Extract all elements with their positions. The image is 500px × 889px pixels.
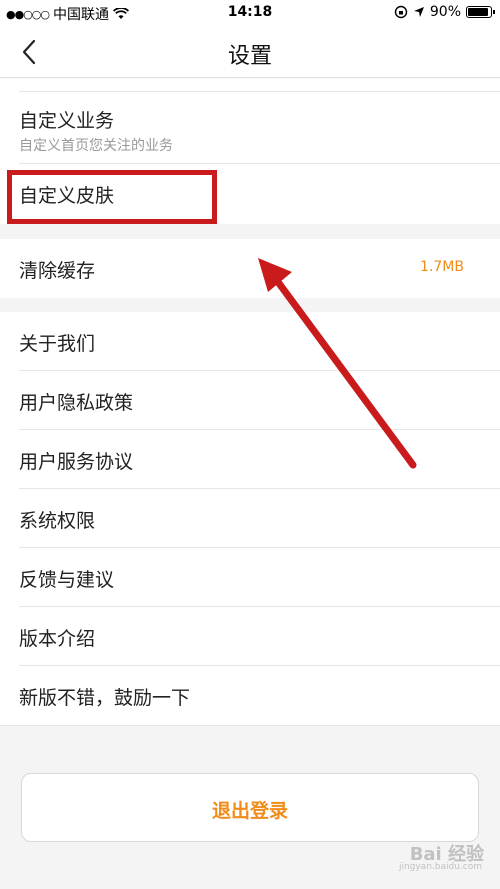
row-label: 新版不错，鼓励一下 bbox=[19, 687, 191, 709]
location-icon bbox=[413, 7, 424, 17]
row-rate-app[interactable]: 新版不错，鼓励一下 bbox=[0, 666, 500, 725]
row-label: 关于我们 bbox=[19, 333, 96, 355]
page-title: 设置 bbox=[227, 44, 272, 69]
row-label: 系统权限 bbox=[19, 510, 96, 532]
row-label: 清除缓存 bbox=[19, 260, 96, 282]
row-label: 用户服务协议 bbox=[19, 451, 134, 473]
settings-section-about: 关于我们 用户隐私政策 用户服务协议 系统权限 反馈与建议 版本介绍 新版不错，… bbox=[0, 312, 500, 726]
row-subtitle: 自定义首页您关注的业务 bbox=[19, 138, 173, 154]
settings-section-custom: 自定义业务 自定义首页您关注的业务 自定义皮肤 bbox=[0, 79, 500, 224]
settings-section-cache: 清除缓存 1.7MB bbox=[0, 239, 500, 298]
status-right: 90% bbox=[394, 4, 495, 20]
battery-icon bbox=[466, 6, 495, 18]
cache-size-value: 1.7MB bbox=[420, 259, 464, 275]
nav-bar: 设置 bbox=[0, 26, 500, 78]
logout-label: 退出登录 bbox=[211, 800, 288, 822]
row-privacy-policy[interactable]: 用户隐私政策 bbox=[0, 371, 500, 430]
row-label: 反馈与建议 bbox=[19, 569, 115, 591]
row-service-agreement[interactable]: 用户服务协议 bbox=[0, 430, 500, 489]
row-feedback[interactable]: 反馈与建议 bbox=[0, 548, 500, 607]
row-label: 版本介绍 bbox=[19, 628, 96, 650]
row-about-us[interactable]: 关于我们 bbox=[0, 312, 500, 371]
watermark-url: jingyan.baidu.com bbox=[398, 862, 482, 872]
row-label: 自定义业务 bbox=[19, 110, 115, 132]
orientation-lock-icon bbox=[394, 5, 408, 19]
divider bbox=[19, 91, 500, 92]
row-custom-skin[interactable]: 自定义皮肤 bbox=[0, 164, 500, 223]
row-system-permissions[interactable]: 系统权限 bbox=[0, 489, 500, 548]
row-version-intro[interactable]: 版本介绍 bbox=[0, 607, 500, 666]
battery-percent: 90% bbox=[429, 4, 461, 20]
row-label: 用户隐私政策 bbox=[19, 392, 134, 414]
logout-button[interactable]: 退出登录 bbox=[21, 773, 479, 842]
row-custom-business[interactable]: 自定义业务 自定义首页您关注的业务 bbox=[0, 94, 500, 164]
status-bar: ●●○○○ 中国联通 14:18 90% bbox=[0, 0, 500, 26]
row-label: 自定义皮肤 bbox=[19, 185, 115, 207]
row-clear-cache[interactable]: 清除缓存 1.7MB bbox=[0, 239, 500, 298]
